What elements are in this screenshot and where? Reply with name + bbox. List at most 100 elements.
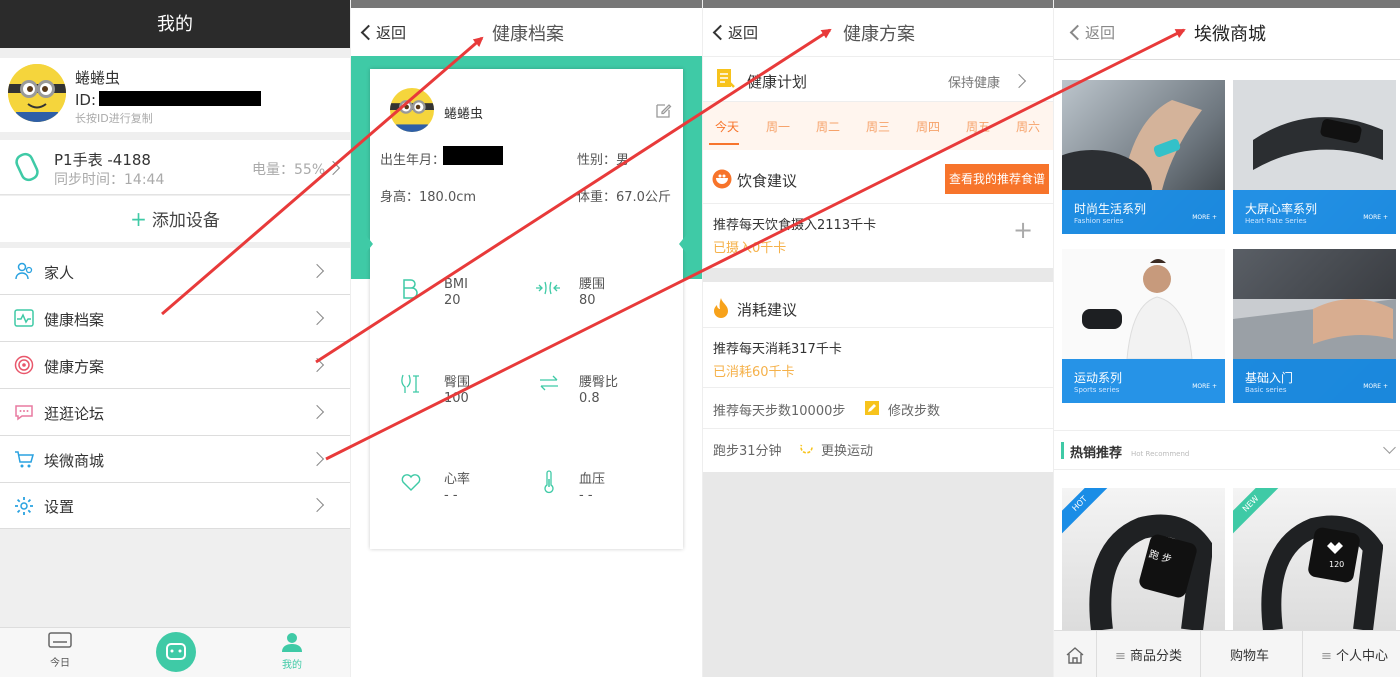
tab-saturday[interactable]: 周六 xyxy=(1016,118,1040,135)
hot-recommend-header[interactable]: 热销推荐 Hot Recommend xyxy=(1054,430,1400,470)
chat-icon xyxy=(15,405,33,421)
hot-product-2[interactable]: NEW 120 xyxy=(1233,488,1396,630)
tab-categories[interactable]: ≡ 商品分类 xyxy=(1115,645,1182,664)
product-subtitle: Basic series xyxy=(1245,386,1287,394)
product-photo xyxy=(1233,299,1396,359)
family-icon xyxy=(15,262,33,280)
recipe-button[interactable]: 查看我的推荐食谱 xyxy=(945,164,1049,194)
menu-icon: ≡ xyxy=(1321,649,1337,664)
edit-icon[interactable] xyxy=(654,102,672,120)
bmi-icon xyxy=(400,278,420,305)
chevron-right-icon xyxy=(1011,73,1027,89)
user-id-redacted[interactable] xyxy=(99,91,261,106)
menu-item-family[interactable]: 家人 xyxy=(0,248,350,295)
thermometer-icon xyxy=(542,470,556,499)
back-label: 返回 xyxy=(1085,24,1116,42)
product-photo xyxy=(1233,80,1396,190)
section-marker xyxy=(1061,442,1064,459)
plan-label: 健康计划 xyxy=(747,73,808,91)
card-notch-left xyxy=(365,234,373,254)
divider xyxy=(703,428,1053,429)
person-icon xyxy=(282,633,302,652)
plan-row[interactable]: 健康计划 保持健康 xyxy=(703,56,1053,102)
tab-wednesday[interactable]: 周三 xyxy=(866,118,890,135)
tab-mine[interactable]: 我的 xyxy=(272,632,312,671)
band-icon xyxy=(15,152,39,182)
divider xyxy=(1096,631,1097,677)
menu-item-shop[interactable]: 埃微商城 xyxy=(0,436,350,483)
tab-monday[interactable]: 周一 xyxy=(766,118,790,135)
product-heart-rate-series[interactable]: 大屏心率系列 Heart Rate Series MORE + xyxy=(1233,80,1396,234)
tab-personal-center[interactable]: ≡ 个人中心 xyxy=(1321,645,1388,664)
user-card[interactable]: 蜷蜷虫 ID: 长按ID进行复制 xyxy=(0,58,350,132)
card-username: 蜷蜷虫 xyxy=(444,107,484,122)
avatar[interactable] xyxy=(390,88,434,132)
menu-item-health-record[interactable]: 健康档案 xyxy=(0,295,350,342)
stat-heart-rate: 心率 - - xyxy=(444,472,471,503)
chevron-down-icon xyxy=(1383,441,1396,454)
product-basic-series[interactable]: 基础入门 Basic series MORE + xyxy=(1233,249,1396,403)
back-label: 返回 xyxy=(376,24,407,42)
flame-icon xyxy=(714,298,728,318)
empty-area xyxy=(703,472,1053,677)
back-button[interactable]: 返回 xyxy=(360,22,407,43)
band-product-photo xyxy=(1089,514,1212,630)
tab-tuesday[interactable]: 周二 xyxy=(816,118,840,135)
home-icon[interactable] xyxy=(1065,645,1085,665)
nav-bar: 返回 健康档案 xyxy=(351,8,702,56)
divider xyxy=(703,203,1053,204)
shop-screen: 返回 埃微商城 时尚生活系列 Fashion series MORE + 大屏心… xyxy=(1054,0,1400,677)
add-device-button[interactable]: + 添加设备 xyxy=(0,196,350,242)
edit-steps-icon[interactable] xyxy=(865,401,879,415)
tab-friday[interactable]: 周五 xyxy=(966,118,990,135)
ratio-swap-icon xyxy=(538,375,560,396)
more-link[interactable]: MORE + xyxy=(1363,383,1388,390)
tab-cart[interactable]: 购物车 xyxy=(1230,645,1269,664)
menu-item-health-plan[interactable]: 健康方案 xyxy=(0,342,350,389)
menu-label: 家人 xyxy=(44,264,75,282)
socket-face-icon xyxy=(166,643,186,660)
diet-intake: 推荐每天饮食摄入2113千卡 xyxy=(713,218,877,233)
chevron-right-icon xyxy=(309,310,325,326)
product-photo xyxy=(1082,259,1193,360)
minion-avatar-icon xyxy=(8,64,66,122)
hot-product-1[interactable]: HOT 跑 步 xyxy=(1062,488,1225,630)
add-device-label: 添加设备 xyxy=(151,211,220,231)
minion-avatar-icon xyxy=(390,88,434,132)
tab-label: 我的 xyxy=(282,660,302,671)
menu-item-settings[interactable]: 设置 xyxy=(0,483,350,529)
avatar[interactable] xyxy=(8,64,66,122)
birth-redacted xyxy=(443,146,503,165)
refresh-icon[interactable] xyxy=(799,440,814,455)
more-link[interactable]: MORE + xyxy=(1192,383,1217,390)
chevron-right-icon xyxy=(309,263,325,279)
cart-icon xyxy=(15,451,34,468)
back-button[interactable]: 返回 xyxy=(1069,22,1116,43)
center-device-button[interactable] xyxy=(156,632,196,672)
menu-item-forum[interactable]: 逛逛论坛 xyxy=(0,389,350,436)
tab-thursday[interactable]: 周四 xyxy=(916,118,940,135)
edit-steps-link[interactable]: 修改步数 xyxy=(888,400,940,419)
health-record-screen: 返回 健康档案 蜷蜷虫 出生年月： 性别：男 身高：180.0cm 体重：67.… xyxy=(351,0,702,677)
back-button[interactable]: 返回 xyxy=(712,22,758,43)
tab-label: 个人中心 xyxy=(1336,649,1389,664)
tab-label: 商品分类 xyxy=(1130,649,1183,664)
product-fashion-series[interactable]: 时尚生活系列 Fashion series MORE + xyxy=(1062,80,1225,234)
band-product-photo xyxy=(1261,515,1383,630)
battery-level: 电量：55% xyxy=(252,162,326,178)
menu-label: 埃微商城 xyxy=(44,452,105,470)
tab-today[interactable]: 今天 xyxy=(715,118,739,135)
tab-today[interactable]: 今日 xyxy=(40,632,80,669)
product-name: 运动系列 xyxy=(1074,371,1123,385)
nav-bar: 返回 埃微商城 xyxy=(1054,8,1400,60)
device-row[interactable]: P1手表 -4188 同步时间：14:44 电量：55% xyxy=(0,140,350,195)
add-food-icon[interactable]: + xyxy=(1013,218,1033,242)
more-link[interactable]: MORE + xyxy=(1363,214,1388,221)
hot-subtitle: Hot Recommend xyxy=(1131,450,1190,458)
profile-card: 蜷蜷虫 出生年月： 性别：男 身高：180.0cm 体重：67.0公斤 BMI 2… xyxy=(370,69,683,549)
plus-icon: + xyxy=(130,207,147,231)
stat-waist: 腰围 80 xyxy=(579,277,606,308)
change-sport-link[interactable]: 更换运动 xyxy=(821,440,873,459)
more-link[interactable]: MORE + xyxy=(1192,214,1217,221)
product-sports-series[interactable]: 运动系列 Sports series MORE + xyxy=(1062,249,1225,403)
